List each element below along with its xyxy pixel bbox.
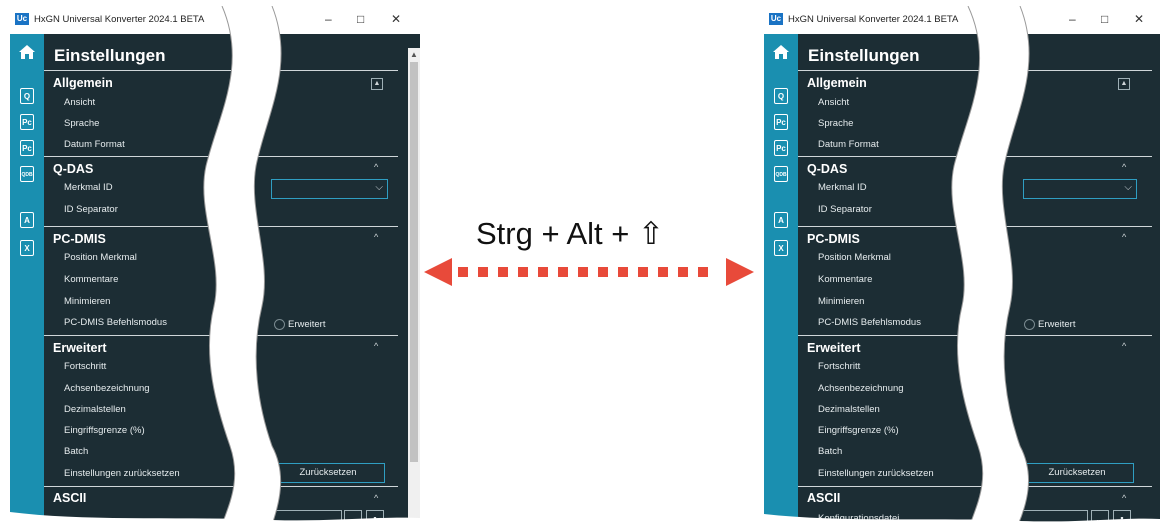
torn-edge-cutout <box>10 6 420 525</box>
torn-edge-cutout <box>764 6 1160 525</box>
keyboard-shortcut: Strg + Alt + ⇧ <box>476 216 664 252</box>
shortcut-text: Strg + Alt + <box>476 216 630 251</box>
double-arrow-icon <box>424 258 754 286</box>
shift-key-icon: ⇧ <box>638 216 664 251</box>
screenshot-before: Uc HxGN Universal Konverter 2024.1 BETA … <box>10 6 420 525</box>
screenshot-after: Uc HxGN Universal Konverter 2024.1 BETA … <box>764 6 1160 525</box>
